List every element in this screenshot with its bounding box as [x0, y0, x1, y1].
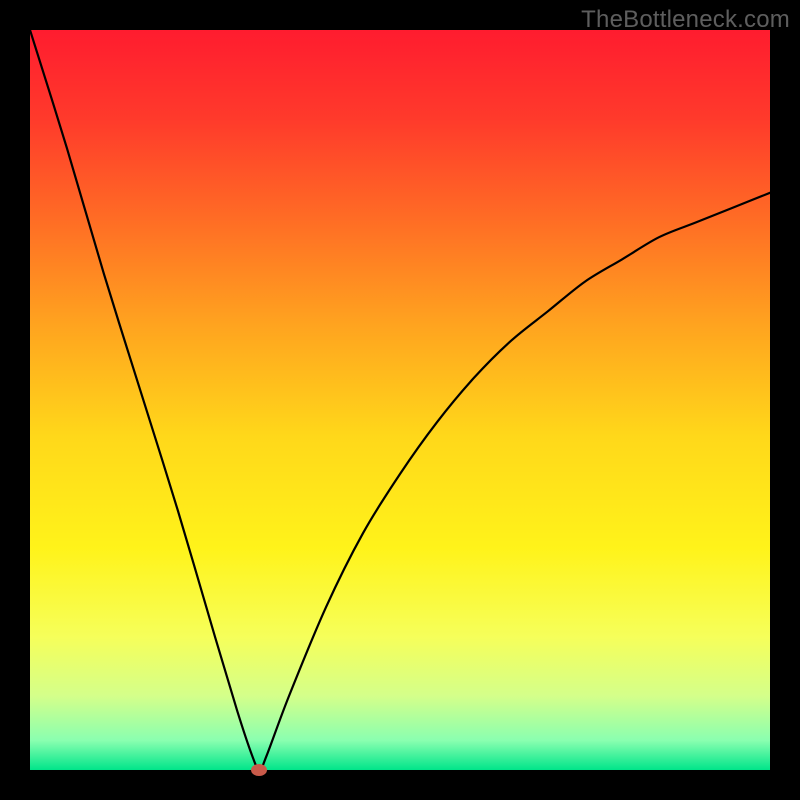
plot-area — [30, 30, 770, 770]
optimum-marker — [251, 764, 267, 776]
plot-svg — [30, 30, 770, 770]
chart-frame: TheBottleneck.com — [0, 0, 800, 800]
gradient-background — [30, 30, 770, 770]
